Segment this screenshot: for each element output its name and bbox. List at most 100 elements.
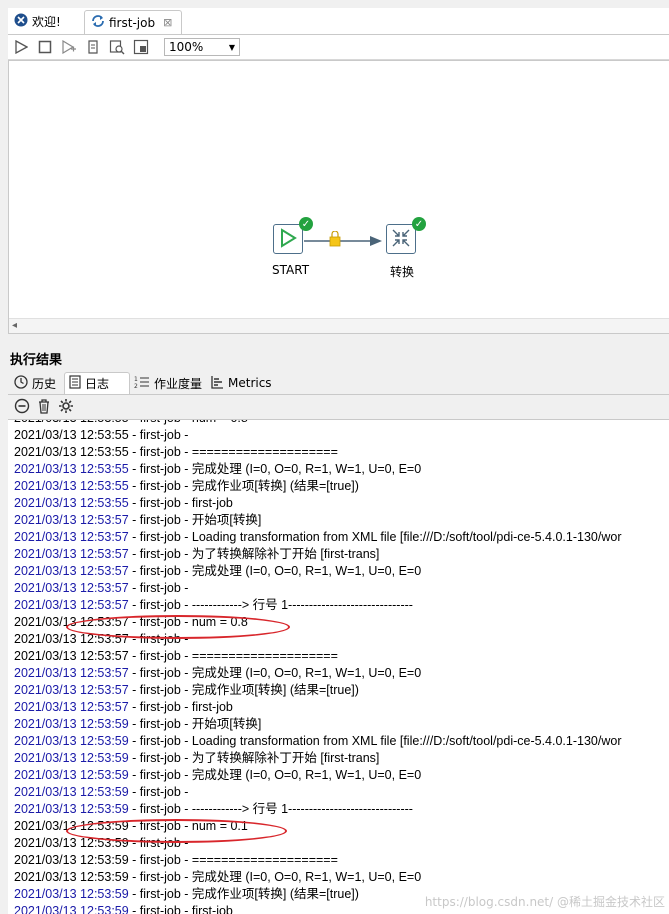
- tab-job-metrics[interactable]: 12 作业度量: [130, 372, 206, 394]
- numbered-list-icon: 12: [134, 375, 150, 392]
- log-timestamp: 2021/03/13 12:53:59: [14, 751, 129, 765]
- log-message: - first-job - first-job: [128, 904, 233, 914]
- success-check-icon: ✓: [299, 217, 313, 231]
- log-line: 2021/03/13 12:53:57 - first-job - 开始项[转换…: [14, 512, 261, 529]
- log-line: 2021/03/13 12:53:59 - first-job - ======…: [14, 852, 338, 869]
- zoom-select[interactable]: 100% ▼: [164, 38, 240, 56]
- editor-tab-bar: 欢迎! first-job ⊠: [8, 8, 669, 35]
- tab-metrics-label: Metrics: [228, 376, 272, 390]
- start-step-label: START: [272, 263, 310, 277]
- log-line: 2021/03/13 12:53:55 - first-job - num = …: [14, 420, 248, 427]
- log-line: 2021/03/13 12:53:57 - first-job -: [14, 580, 188, 597]
- transformation-icon: [391, 228, 411, 251]
- transformation-step-label: 转换: [390, 265, 415, 279]
- log-timestamp: 2021/03/13 12:53:59: [14, 785, 129, 799]
- tab-first-job[interactable]: first-job ⊠: [84, 10, 182, 34]
- tab-log-label: 日志: [85, 377, 110, 391]
- log-message: - first-job - 完成处理 (I=0, O=0, R=1, W=1, …: [128, 768, 422, 782]
- log-toolbar: [8, 395, 669, 419]
- play-icon: [278, 227, 298, 251]
- log-timestamp: 2021/03/13 12:53:59: [14, 768, 129, 782]
- log-timestamp: 2021/03/13 12:53:57: [14, 666, 129, 680]
- spoon-logo-icon: [14, 13, 28, 30]
- log-message: - first-job -: [128, 428, 189, 442]
- log-message: - first-job -: [128, 785, 189, 799]
- run-icon[interactable]: [12, 38, 30, 56]
- log-line: 2021/03/13 12:53:57 - first-job - 完成处理 (…: [14, 563, 421, 580]
- tab-welcome-label: 欢迎!: [32, 14, 61, 29]
- log-timestamp: 2021/03/13 12:53:55: [14, 496, 129, 510]
- stop-icon[interactable]: [36, 38, 54, 56]
- fit-canvas-icon[interactable]: [132, 38, 150, 56]
- log-message: - first-job - num = 0.8: [129, 420, 248, 425]
- svg-text:1: 1: [134, 376, 138, 383]
- tab-log[interactable]: 日志: [64, 372, 130, 394]
- log-timestamp: 2021/03/13 12:53:57: [14, 513, 129, 527]
- start-step[interactable]: [273, 224, 303, 254]
- sql-search-icon[interactable]: [108, 38, 126, 56]
- log-line: 2021/03/13 12:53:57 - first-job - ======…: [14, 648, 338, 665]
- tab-welcome[interactable]: 欢迎!: [8, 10, 82, 32]
- log-message: - first-job - ====================: [128, 445, 338, 459]
- log-timestamp: 2021/03/13 12:53:59: [14, 717, 129, 731]
- log-timestamp: 2021/03/13 12:53:55: [14, 428, 129, 442]
- log-timestamp: 2021/03/13 12:53:59: [14, 802, 129, 816]
- log-line: 2021/03/13 12:53:57 - first-job - first-…: [14, 699, 233, 716]
- log-message: - first-job - first-job: [128, 700, 233, 714]
- log-timestamp: 2021/03/13 12:53:57: [14, 683, 129, 697]
- log-output[interactable]: 2021/03/13 12:53:55 - first-job - num = …: [8, 419, 669, 914]
- log-message: - first-job -: [128, 581, 189, 595]
- tab-metrics[interactable]: Metrics: [206, 372, 274, 394]
- spoon-window: 欢迎! first-job ⊠ 100% ▼ ✓ START ✓ 转换 ◂ 执行…: [8, 8, 669, 914]
- tab-first-job-label: first-job: [109, 15, 156, 30]
- log-message: - first-job - Loading transformation fro…: [128, 530, 622, 544]
- log-timestamp: 2021/03/13 12:53:57: [14, 564, 129, 578]
- log-message: - first-job - ====================: [128, 853, 338, 867]
- log-timestamp: 2021/03/13 12:53:57: [14, 598, 129, 612]
- watermark: https://blog.csdn.net/ @稀土掘金技术社区: [424, 895, 665, 909]
- chevron-down-icon: ▼: [228, 42, 235, 52]
- log-line: 2021/03/13 12:53:55 - first-job - 完成处理 (…: [14, 461, 421, 478]
- svg-text:2: 2: [134, 383, 138, 389]
- clear-log-icon[interactable]: [14, 398, 30, 417]
- log-line: 2021/03/13 12:53:57 - first-job - 完成作业项[…: [14, 682, 359, 699]
- log-line: 2021/03/13 12:53:59 - first-job -: [14, 784, 188, 801]
- log-timestamp: 2021/03/13 12:53:59: [14, 887, 129, 901]
- log-line: 2021/03/13 12:53:55 - first-job -: [14, 427, 188, 444]
- log-timestamp: 2021/03/13 12:53:57: [14, 547, 129, 561]
- log-line: 2021/03/13 12:53:55 - first-job - ======…: [14, 444, 338, 461]
- job-icon: [91, 14, 105, 31]
- log-message: - first-job - 开始项[转换]: [128, 513, 262, 527]
- log-line: 2021/03/13 12:53:59 - first-job - ------…: [14, 801, 413, 818]
- log-timestamp: 2021/03/13 12:53:57: [14, 700, 129, 714]
- hop-arrow[interactable]: [304, 231, 386, 251]
- canvas-horizontal-scrollbar[interactable]: ◂: [9, 318, 669, 333]
- log-line: 2021/03/13 12:53:59 - first-job - 完成作业项[…: [14, 886, 359, 903]
- log-timestamp: 2021/03/13 12:53:57: [14, 649, 129, 663]
- tab-history[interactable]: 历史: [10, 372, 64, 394]
- job-canvas[interactable]: ✓ START ✓ 转换 ◂: [8, 60, 669, 334]
- run-options-icon[interactable]: [60, 38, 78, 56]
- log-message: - first-job - 完成处理 (I=0, O=0, R=1, W=1, …: [128, 870, 422, 884]
- log-message: - first-job - ====================: [128, 649, 338, 663]
- trash-icon[interactable]: [36, 398, 52, 417]
- log-timestamp: 2021/03/13 12:53:59: [14, 734, 129, 748]
- log-timestamp: 2021/03/13 12:53:55: [14, 479, 129, 493]
- gear-icon[interactable]: [58, 398, 74, 417]
- transformation-step[interactable]: [386, 224, 416, 254]
- tab-job-metrics-label: 作业度量: [154, 376, 203, 391]
- log-line: 2021/03/13 12:53:59 - first-job - 为了转换解除…: [14, 750, 379, 767]
- log-line: 2021/03/13 12:53:59 - first-job - Loadin…: [14, 733, 622, 750]
- log-timestamp: 2021/03/13 12:53:59: [14, 870, 129, 884]
- highlight-circle: [66, 819, 287, 843]
- scroll-left-icon[interactable]: ◂: [12, 320, 17, 331]
- log-message: - first-job - 完成作业项[转换] (结果=[true]): [128, 479, 359, 493]
- log-line: 2021/03/13 12:53:59 - first-job - first-…: [14, 903, 233, 914]
- zoom-value: 100%: [169, 40, 204, 54]
- log-message: - first-job - 完成作业项[转换] (结果=[true]): [128, 683, 359, 697]
- close-icon[interactable]: ⊠: [163, 16, 172, 29]
- log-line: 2021/03/13 12:53:57 - first-job - 完成处理 (…: [14, 665, 421, 682]
- verify-icon[interactable]: [84, 38, 102, 56]
- results-panel-title: 执行结果: [10, 353, 63, 368]
- log-message: - first-job - ------------> 行号 1--------…: [128, 802, 413, 816]
